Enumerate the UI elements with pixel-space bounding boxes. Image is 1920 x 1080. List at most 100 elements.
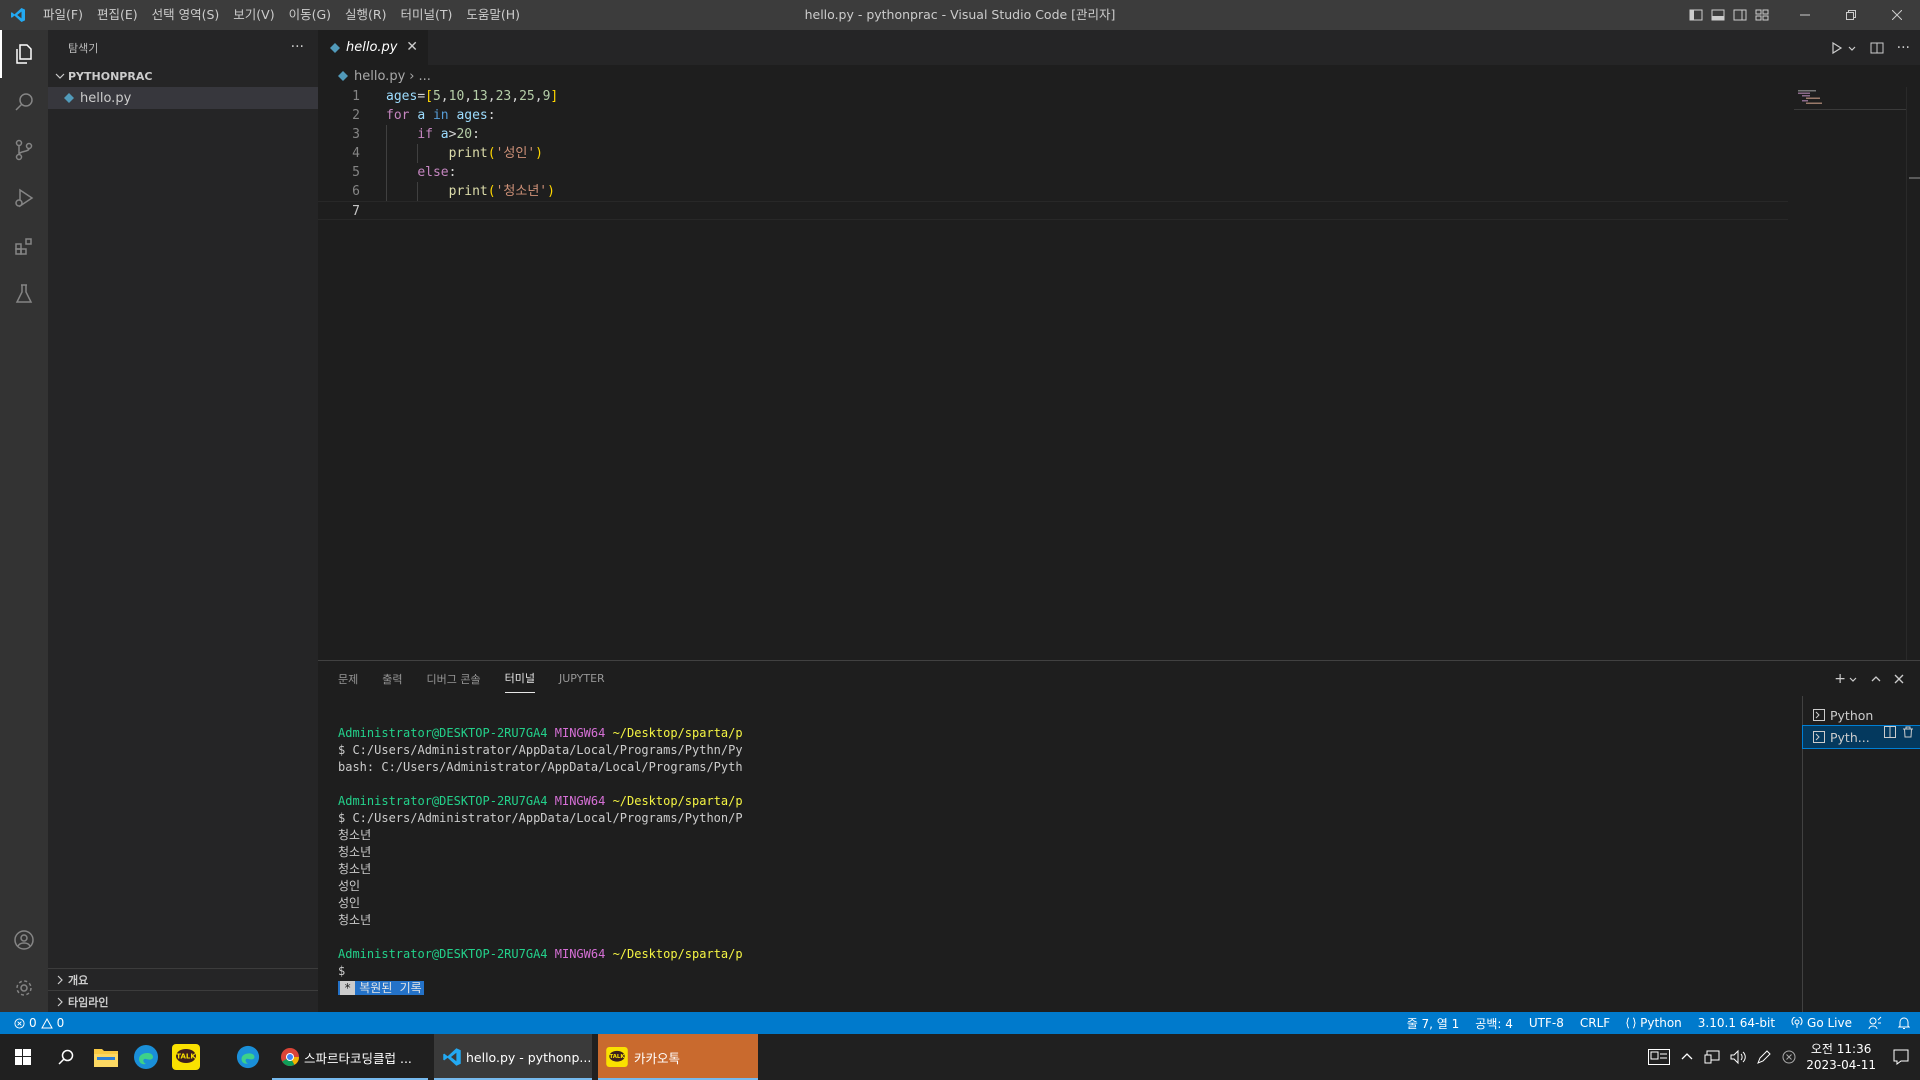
tab-hello-py[interactable]: hello.py ✕ bbox=[318, 30, 428, 65]
feedback-icon[interactable] bbox=[1868, 1016, 1882, 1030]
more-actions-button[interactable]: ··· bbox=[291, 30, 304, 65]
trash-icon[interactable] bbox=[1902, 726, 1914, 738]
outline-section[interactable]: 개요 bbox=[48, 968, 318, 990]
editor-scrollbar[interactable] bbox=[1906, 87, 1920, 660]
terminal-icon bbox=[1813, 709, 1825, 721]
timeline-section[interactable]: 타임라인 bbox=[48, 990, 318, 1012]
more-actions-icon[interactable]: ··· bbox=[1897, 40, 1910, 56]
toggle-panel-icon[interactable] bbox=[1710, 7, 1726, 23]
manage-button[interactable] bbox=[0, 964, 48, 1012]
toggle-secondary-sidebar-icon[interactable] bbox=[1732, 7, 1748, 23]
menu-bar: 파일(F) 편집(E) 선택 영역(S) 보기(V) 이동(G) 실행(R) 터… bbox=[36, 0, 527, 30]
folder-section[interactable]: PYTHONPRAC bbox=[48, 65, 318, 87]
terminal-item-python-2[interactable]: Pyth... bbox=[1802, 725, 1920, 749]
pen-icon[interactable] bbox=[1756, 1049, 1772, 1065]
search-icon bbox=[15, 93, 33, 111]
file-explorer-button[interactable] bbox=[86, 1034, 126, 1080]
go-live-button[interactable]: Go Live bbox=[1791, 1016, 1852, 1030]
tab-jupyter[interactable]: JUPYTER bbox=[559, 666, 605, 691]
menu-run[interactable]: 실행(R) bbox=[338, 0, 393, 30]
split-terminal-icon[interactable] bbox=[1884, 726, 1896, 738]
volume-icon[interactable] bbox=[1730, 1049, 1746, 1065]
close-circle-icon[interactable] bbox=[1782, 1050, 1796, 1064]
tab-problems[interactable]: 문제 bbox=[338, 665, 358, 693]
breadcrumb-symbols[interactable]: ... bbox=[418, 69, 430, 84]
code-editor[interactable]: 1 ages=[5,10,13,23,25,9] 2 for a in ages… bbox=[318, 87, 1788, 220]
menu-go[interactable]: 이동(G) bbox=[282, 0, 338, 30]
menu-file[interactable]: 파일(F) bbox=[36, 0, 90, 30]
windows-logo-icon bbox=[15, 1049, 31, 1065]
chevron-down-icon[interactable] bbox=[1848, 671, 1858, 687]
encoding[interactable]: UTF-8 bbox=[1529, 1016, 1564, 1030]
network-icon[interactable] bbox=[1704, 1049, 1720, 1065]
vscode-logo-icon[interactable] bbox=[0, 0, 36, 30]
close-window-button[interactable] bbox=[1874, 0, 1920, 30]
terminal-item-python-1[interactable]: Python bbox=[1803, 704, 1920, 726]
chevron-down-icon[interactable] bbox=[1847, 40, 1857, 56]
end-of-line[interactable]: CRLF bbox=[1580, 1016, 1610, 1030]
accounts-button[interactable] bbox=[0, 916, 48, 964]
terminal-line: $ C:/Users/Administrator/AppData/Local/P… bbox=[338, 811, 743, 825]
run-debug-button[interactable] bbox=[0, 174, 48, 222]
terminal-icon bbox=[1813, 731, 1825, 743]
edge-pinned-button[interactable] bbox=[228, 1034, 268, 1080]
menu-help[interactable]: 도움말(H) bbox=[459, 0, 527, 30]
extensions-button[interactable] bbox=[0, 222, 48, 270]
gear-icon bbox=[16, 980, 32, 996]
start-button[interactable] bbox=[0, 1034, 46, 1080]
scrollbar-marker bbox=[1909, 177, 1920, 179]
keyboard-icon[interactable] bbox=[1648, 1049, 1671, 1065]
python-interpreter[interactable]: 3.10.1 64-bit bbox=[1698, 1016, 1775, 1030]
language-mode[interactable]: Python bbox=[1626, 1016, 1682, 1030]
split-editor-icon[interactable] bbox=[1869, 40, 1885, 56]
cursor-position[interactable]: 줄 7, 열 1 bbox=[1407, 1015, 1460, 1032]
taskbar-kakaotalk-window[interactable]: TALK 카카오톡 bbox=[598, 1034, 758, 1080]
taskbar-chrome-window[interactable]: 스파르타코딩클럽 ... bbox=[272, 1034, 428, 1080]
terminal-output[interactable]: Administrator@DESKTOP-2RU7GA4 MINGW64 ~/… bbox=[338, 725, 758, 997]
notification-icon[interactable] bbox=[1892, 1048, 1910, 1066]
close-panel-icon[interactable] bbox=[1894, 674, 1904, 684]
folder-name: PYTHONPRAC bbox=[68, 69, 153, 83]
restored-star: * bbox=[340, 981, 356, 995]
run-python-file-icon[interactable] bbox=[1829, 40, 1845, 56]
close-icon bbox=[1892, 10, 1902, 20]
menu-terminal[interactable]: 터미널(T) bbox=[394, 0, 460, 30]
maximize-panel-icon[interactable] bbox=[1870, 673, 1882, 685]
minimap[interactable] bbox=[1794, 87, 1906, 117]
folder-icon bbox=[94, 1049, 118, 1067]
source-control-button[interactable] bbox=[0, 126, 48, 174]
bell-icon[interactable] bbox=[1898, 1016, 1910, 1030]
chevron-up-icon[interactable] bbox=[1680, 1050, 1694, 1064]
problems-status[interactable]: 0 0 bbox=[0, 1016, 64, 1030]
toggle-primary-sidebar-icon[interactable] bbox=[1688, 7, 1704, 23]
testing-button[interactable] bbox=[0, 270, 48, 318]
edge-button[interactable] bbox=[126, 1034, 166, 1080]
restore-button[interactable] bbox=[1828, 0, 1874, 30]
extensions-icon bbox=[15, 238, 32, 255]
taskbar-vscode-window[interactable]: hello.py - pythonp... bbox=[434, 1034, 592, 1080]
kakaotalk-button[interactable]: TALK bbox=[166, 1034, 206, 1080]
minimize-button[interactable] bbox=[1782, 0, 1828, 30]
terminal-prompt-line: Administrator@DESKTOP-2RU7GA4 MINGW64 ~/… bbox=[338, 726, 743, 740]
explorer-button[interactable] bbox=[0, 30, 48, 78]
tab-debug-console[interactable]: 디버그 콘솔 bbox=[427, 665, 481, 693]
tab-terminal[interactable]: 터미널 bbox=[504, 664, 535, 693]
file-item-hello-py[interactable]: hello.py bbox=[48, 87, 318, 109]
customize-layout-icon[interactable] bbox=[1754, 7, 1770, 23]
warning-icon bbox=[40, 1017, 53, 1028]
string-literal: '청소년' bbox=[495, 184, 548, 199]
indentation[interactable]: 공백: 4 bbox=[1475, 1015, 1513, 1032]
menu-selection[interactable]: 선택 영역(S) bbox=[145, 0, 227, 30]
tab-output[interactable]: 출력 bbox=[382, 665, 402, 693]
taskbar-search-button[interactable] bbox=[46, 1034, 86, 1080]
flask-icon bbox=[15, 284, 33, 303]
menu-edit[interactable]: 편집(E) bbox=[90, 0, 145, 30]
new-terminal-icon[interactable]: + bbox=[1834, 671, 1846, 687]
kakaotalk-icon: TALK bbox=[606, 1047, 628, 1067]
breadcrumb-file[interactable]: hello.py bbox=[354, 69, 405, 84]
clock[interactable]: 오전 11:36 2023-04-11 bbox=[1806, 1041, 1876, 1073]
close-tab-icon[interactable]: ✕ bbox=[406, 30, 418, 65]
python-file-icon bbox=[64, 93, 74, 103]
menu-view[interactable]: 보기(V) bbox=[226, 0, 281, 30]
search-button[interactable] bbox=[0, 78, 48, 126]
